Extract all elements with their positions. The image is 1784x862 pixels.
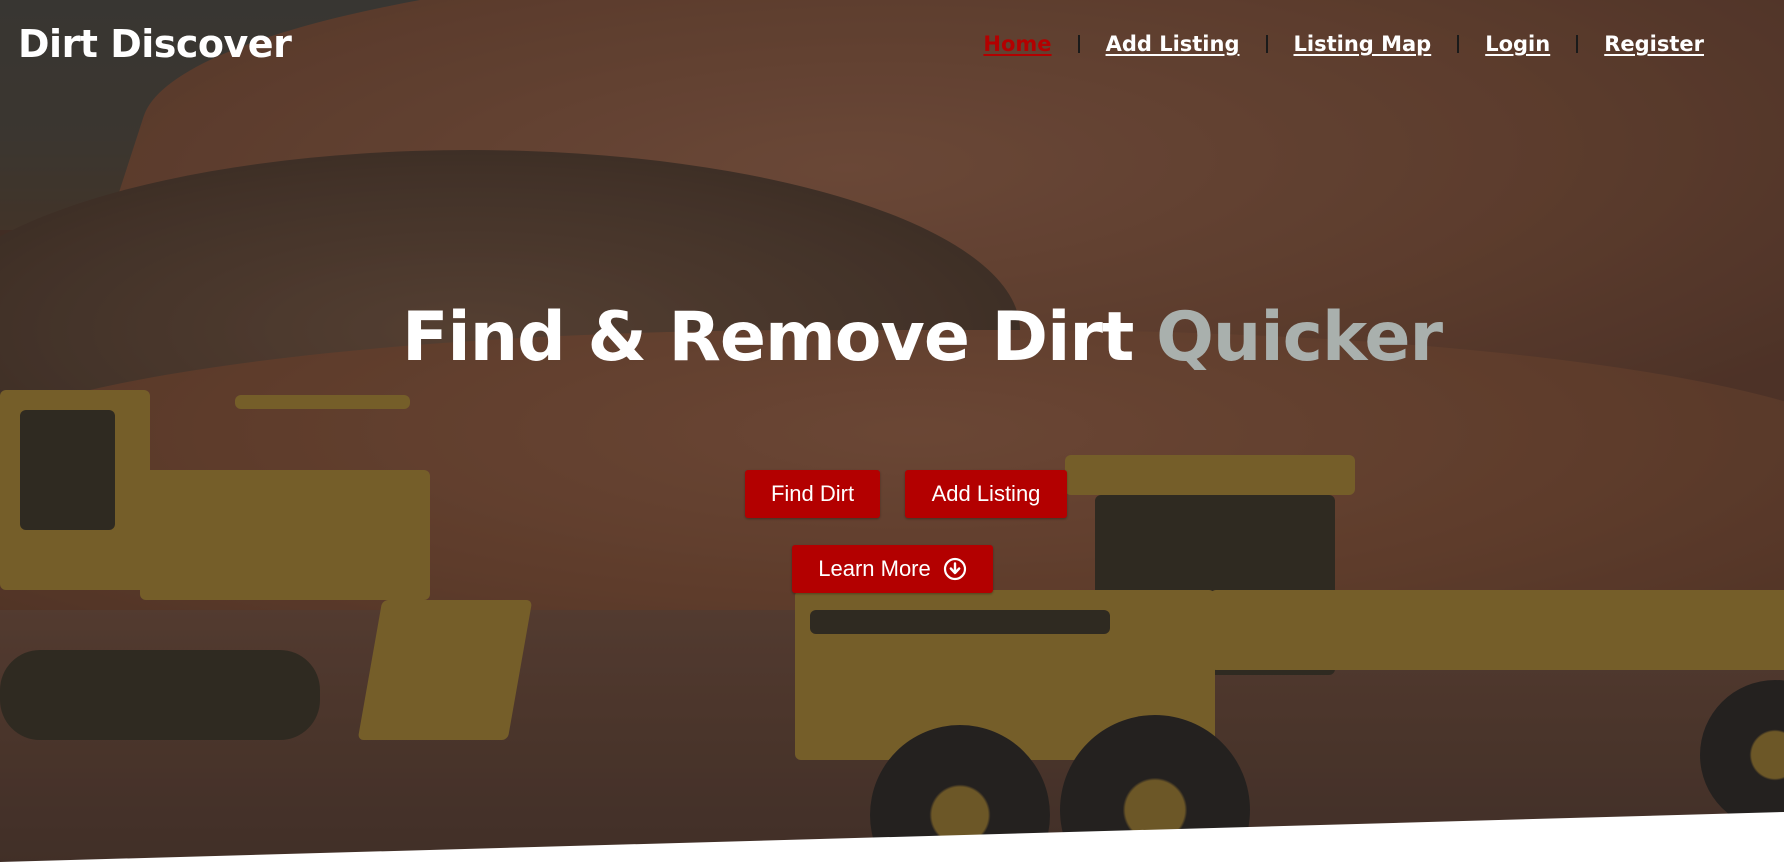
main-nav: Home Add Listing Listing Map Login Regis… [957, 32, 1730, 56]
arrow-down-circle-icon [943, 557, 967, 581]
nav-register[interactable]: Register [1578, 32, 1730, 56]
learn-more-button[interactable]: Learn More [792, 545, 993, 593]
headline-accent: Quicker [1156, 298, 1443, 377]
hero-background-image [0, 0, 1784, 862]
hero-section: Dirt Discover Home Add Listing Listing M… [0, 0, 1784, 862]
headline-main: Find & Remove Dirt [401, 298, 1134, 377]
nav-listing-map[interactable]: Listing Map [1268, 32, 1458, 56]
learn-more-label: Learn More [818, 556, 931, 581]
nav-login[interactable]: Login [1459, 32, 1576, 56]
nav-home[interactable]: Home [957, 32, 1077, 56]
find-dirt-button[interactable]: Find Dirt [745, 470, 880, 518]
brand-logo[interactable]: Dirt Discover [18, 22, 292, 66]
hero-headline: Find & Remove Dirt Quicker [0, 298, 1784, 377]
find-dirt-label: Find Dirt [770, 481, 855, 506]
add-listing-button[interactable]: Add Listing [905, 470, 1067, 518]
nav-add-listing[interactable]: Add Listing [1080, 32, 1266, 56]
add-listing-label: Add Listing [931, 481, 1041, 506]
hero-bottom-wedge [0, 812, 1784, 862]
